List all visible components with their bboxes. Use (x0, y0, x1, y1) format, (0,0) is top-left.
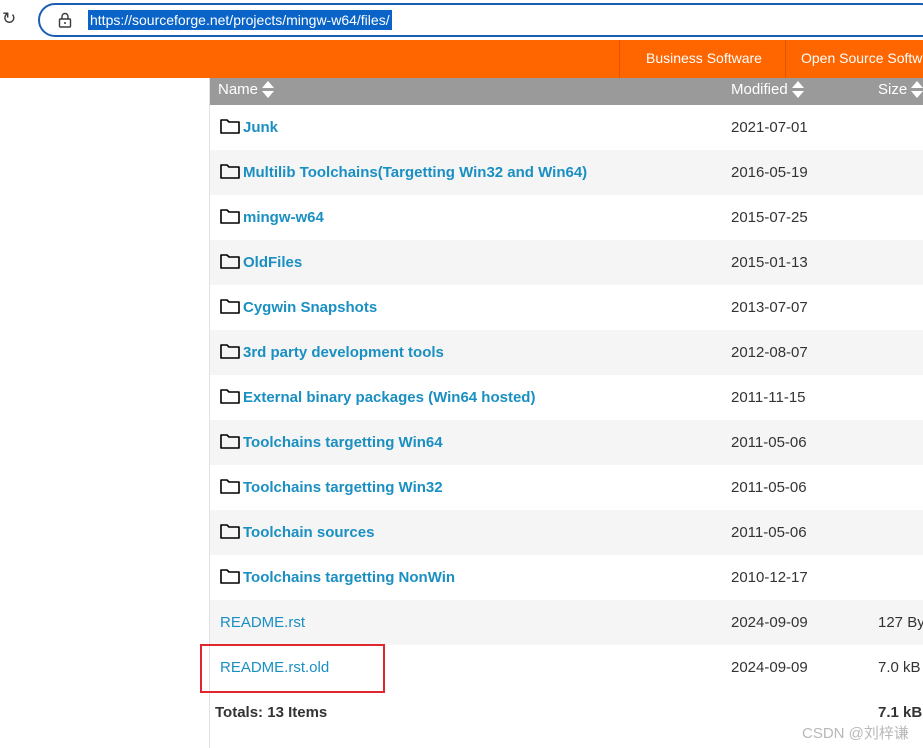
files-table: Name Modified Size Junk 2021-07-01 Multi… (210, 78, 923, 735)
modified-date: 2024-09-09 (731, 659, 808, 676)
folder-icon (220, 119, 240, 134)
watermark: CSDN @刘梓谦 (802, 725, 909, 742)
folder-icon (220, 389, 240, 404)
folder-link[interactable]: 3rd party development tools (243, 344, 444, 361)
sort-icon[interactable] (911, 80, 923, 98)
table-row: Multilib Toolchains(Targetting Win32 and… (210, 150, 923, 195)
column-name-header[interactable]: Name (218, 80, 275, 99)
table-row: Toolchain sources 2011-05-06 (210, 510, 923, 555)
column-name-label: Name (218, 81, 259, 98)
table-row: Cygwin Snapshots 2013-07-07 (210, 285, 923, 330)
modified-date: 2012-08-07 (731, 344, 808, 361)
modified-date: 2015-07-25 (731, 209, 808, 226)
modified-date: 2016-05-19 (731, 164, 808, 181)
column-modified-label: Modified (731, 81, 788, 98)
folder-icon (220, 479, 240, 494)
folder-link[interactable]: Multilib Toolchains(Targetting Win32 and… (243, 164, 587, 181)
modified-date: 2010-12-17 (731, 569, 808, 586)
highlight-box (200, 644, 385, 693)
modified-date: 2021-07-01 (731, 119, 808, 136)
folder-icon (220, 569, 240, 584)
totals-size: 7.1 kB (878, 704, 923, 721)
folder-link[interactable]: External binary packages (Win64 hosted) (243, 389, 535, 406)
nav-business-software[interactable]: Business Software (646, 50, 762, 66)
folder-link[interactable]: Junk (243, 119, 278, 136)
folder-link[interactable]: Toolchains targetting NonWin (243, 569, 455, 586)
folder-link[interactable]: mingw-w64 (243, 209, 324, 226)
file-link[interactable]: README.rst (220, 614, 305, 631)
table-row: README.rst 2024-09-09 127 Bytes (210, 600, 923, 645)
table-row: 3rd party development tools 2012-08-07 (210, 330, 923, 375)
folder-link[interactable]: OldFiles (243, 254, 302, 271)
table-row: Toolchains targetting NonWin 2010-12-17 (210, 555, 923, 600)
table-row: mingw-w64 2015-07-25 (210, 195, 923, 240)
column-modified-header[interactable]: Modified (731, 80, 804, 99)
folder-icon (220, 209, 240, 224)
modified-date: 2011-05-06 (731, 479, 807, 496)
folder-link[interactable]: Toolchains targetting Win64 (243, 434, 443, 451)
folder-icon (220, 164, 240, 179)
table-row: Junk 2021-07-01 (210, 105, 923, 150)
browser-toolbar: ↻ https://sourceforge.net/projects/mingw… (0, 0, 923, 40)
table-row: External binary packages (Win64 hosted) … (210, 375, 923, 420)
folder-icon (220, 254, 240, 269)
table-header: Name Modified Size (210, 78, 923, 105)
reload-icon[interactable]: ↻ (2, 9, 20, 29)
totals-label: Totals: 13 Items (215, 704, 328, 721)
file-size: 7.0 kB (878, 659, 921, 676)
folder-icon (220, 434, 240, 449)
column-size-label: Size (878, 81, 908, 98)
sort-icon[interactable] (791, 80, 804, 98)
nav-divider (619, 40, 620, 78)
address-bar[interactable]: https://sourceforge.net/projects/mingw-w… (38, 3, 923, 37)
top-nav: Business Software Open Source Software (0, 40, 923, 78)
nav-divider (785, 40, 786, 78)
folder-link[interactable]: Cygwin Snapshots (243, 299, 377, 316)
lock-icon[interactable] (58, 12, 72, 28)
folder-icon (220, 524, 240, 539)
modified-date: 2011-11-15 (731, 389, 806, 406)
modified-date: 2011-05-06 (731, 434, 807, 451)
table-row: OldFiles 2015-01-13 (210, 240, 923, 285)
table-row: Toolchains targetting Win32 2011-05-06 (210, 465, 923, 510)
folder-icon (220, 344, 240, 359)
column-size-header[interactable]: Size (878, 80, 923, 99)
sort-icon[interactable] (262, 80, 275, 98)
url-text[interactable]: https://sourceforge.net/projects/mingw-w… (88, 10, 392, 30)
page: ↻ https://sourceforge.net/projects/mingw… (0, 0, 923, 748)
folder-icon (220, 299, 240, 314)
file-size: 127 Bytes (878, 614, 923, 631)
folder-link[interactable]: Toolchains targetting Win32 (243, 479, 443, 496)
modified-date: 2024-09-09 (731, 614, 808, 631)
nav-open-source-software[interactable]: Open Source Software (801, 50, 923, 66)
modified-date: 2011-05-06 (731, 524, 807, 541)
modified-date: 2015-01-13 (731, 254, 808, 271)
table-row: Toolchains targetting Win64 2011-05-06 (210, 420, 923, 465)
folder-link[interactable]: Toolchain sources (243, 524, 374, 541)
modified-date: 2013-07-07 (731, 299, 808, 316)
